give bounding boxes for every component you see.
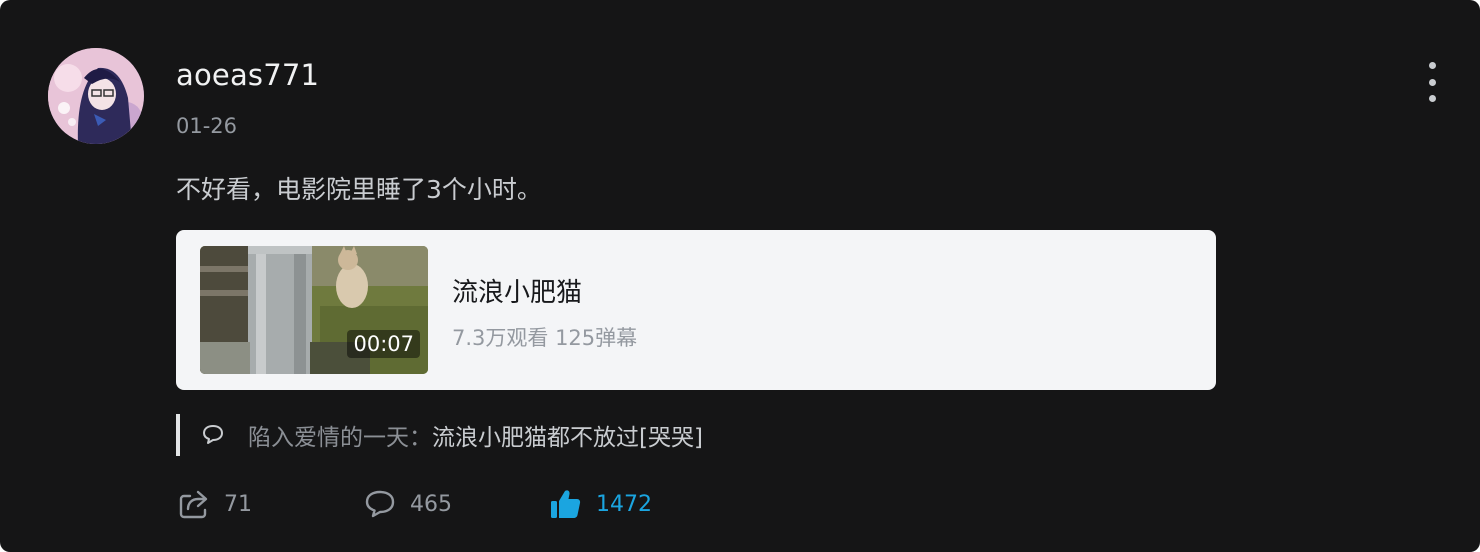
share-count: 71: [224, 491, 252, 517]
video-card[interactable]: 00:07 流浪小肥猫 7.3万观看 125弹幕: [176, 230, 1216, 390]
post-content: 不好看，电影院里睡了3个小时。: [176, 175, 542, 204]
video-thumbnail[interactable]: 00:07: [200, 246, 428, 374]
like-button[interactable]: 1472: [548, 484, 652, 524]
more-dot: [1428, 95, 1436, 102]
comment-bubble-icon: [203, 425, 223, 444]
video-title[interactable]: 流浪小肥猫: [452, 272, 582, 309]
video-stats: 7.3万观看 125弹幕: [452, 326, 638, 350]
share-icon: [179, 490, 208, 519]
post-card: aoeas771 01-26 不好看，电影院里睡了3个小时。 00:07 流浪小…: [0, 0, 1480, 552]
comment-count: 465: [410, 491, 452, 517]
action-bar: 71 465 1472: [176, 484, 776, 524]
reply-text: 流浪小肥猫都不放过[哭哭]: [432, 425, 703, 451]
top-reply[interactable]: 陷入爱情的一天： 流浪小肥猫都不放过[哭哭]: [176, 414, 703, 456]
video-duration: 00:07: [347, 330, 420, 358]
reply-username[interactable]: 陷入爱情的一天：: [248, 418, 432, 452]
more-vertical-icon[interactable]: [1418, 62, 1446, 102]
like-count: 1472: [596, 491, 652, 517]
post-date: 01-26: [176, 114, 238, 138]
username[interactable]: aoeas771: [176, 58, 319, 92]
more-dot: [1428, 62, 1436, 69]
comment-icon: [365, 490, 395, 518]
comment-button[interactable]: 465: [362, 484, 452, 524]
thumbs-up-icon: [551, 490, 581, 518]
share-button[interactable]: 71: [176, 484, 252, 524]
avatar[interactable]: [48, 48, 144, 144]
more-dot: [1428, 78, 1436, 86]
